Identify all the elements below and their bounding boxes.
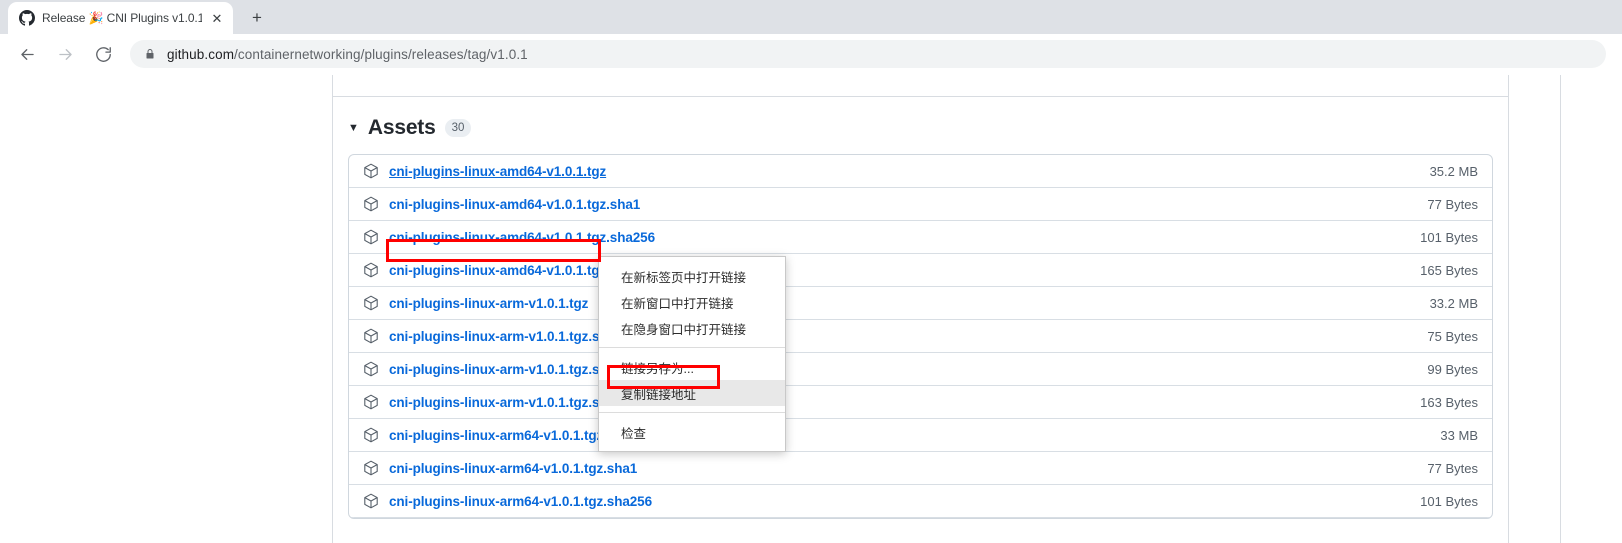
menu-separator bbox=[599, 347, 785, 348]
page-viewport: ▼ Assets 30 cni-plugins-linux-amd64-v1.0… bbox=[0, 75, 1622, 543]
package-icon bbox=[363, 460, 379, 476]
package-icon bbox=[363, 427, 379, 443]
table-row[interactable]: cni-plugins-linux-amd64-v1.0.1.tgz.sha25… bbox=[349, 221, 1492, 254]
party-popper-emoji: 🎉 bbox=[89, 11, 104, 25]
asset-size: 33.2 MB bbox=[1430, 296, 1478, 311]
package-icon bbox=[363, 163, 379, 179]
asset-link[interactable]: cni-plugins-linux-arm-v1.0.1.tgz.sha1 bbox=[389, 329, 622, 344]
lock-icon bbox=[144, 47, 156, 61]
tab-title-prefix: Release bbox=[42, 11, 89, 25]
table-row[interactable]: cni-plugins-linux-amd64-v1.0.1.tgz.sha1 7… bbox=[349, 188, 1492, 221]
browser-window: Release 🎉 CNI Plugins v1.0.1 . ✕ + bbox=[0, 0, 1622, 543]
asset-link[interactable]: cni-plugins-linux-arm-v1.0.1.tgz bbox=[389, 296, 588, 311]
context-menu[interactable]: 在新标签页中打开链接在新窗口中打开链接在隐身窗口中打开链接链接另存为...复制链… bbox=[598, 256, 786, 452]
asset-size: 101 Bytes bbox=[1420, 230, 1478, 245]
package-icon bbox=[363, 229, 379, 245]
url-domain: github.com bbox=[167, 47, 234, 62]
release-content-column: ▼ Assets 30 cni-plugins-linux-amd64-v1.0… bbox=[332, 75, 1509, 543]
asset-size: 165 Bytes bbox=[1420, 263, 1478, 278]
package-icon bbox=[363, 394, 379, 410]
asset-size: 75 Bytes bbox=[1427, 329, 1478, 344]
table-row[interactable]: cni-plugins-linux-arm-v1.0.1.tgz.sha1 75 … bbox=[349, 320, 1492, 353]
reload-button[interactable] bbox=[87, 38, 119, 70]
context-menu-item[interactable]: 在新窗口中打开链接 bbox=[599, 289, 785, 315]
asset-size: 35.2 MB bbox=[1430, 164, 1478, 179]
package-icon bbox=[363, 262, 379, 278]
asset-size: 33 MB bbox=[1440, 428, 1478, 443]
forward-button bbox=[49, 38, 81, 70]
tab-strip: Release 🎉 CNI Plugins v1.0.1 . ✕ + bbox=[0, 0, 1622, 34]
table-row[interactable]: cni-plugins-linux-amd64-v1.0.1.tgz 35.2 M… bbox=[349, 155, 1492, 188]
asset-size: 163 Bytes bbox=[1420, 395, 1478, 410]
asset-link[interactable]: cni-plugins-linux-amd64-v1.0.1.tgz bbox=[389, 164, 606, 179]
package-icon bbox=[363, 295, 379, 311]
table-row[interactable]: cni-plugins-linux-arm64-v1.0.1.tgz.sha1 7… bbox=[349, 452, 1492, 485]
table-row[interactable]: cni-plugins-linux-arm64-v1.0.1.tgz.sha25… bbox=[349, 485, 1492, 518]
menu-separator bbox=[599, 412, 785, 413]
address-bar[interactable]: github.com/containernetworking/plugins/r… bbox=[130, 40, 1606, 68]
chevron-down-icon[interactable]: ▼ bbox=[348, 123, 359, 134]
assets-title: Assets bbox=[368, 116, 436, 140]
tab-title-suffix: CNI Plugins v1.0.1 . bbox=[103, 11, 202, 25]
tab-close-icon[interactable]: ✕ bbox=[209, 10, 225, 26]
package-icon bbox=[363, 196, 379, 212]
table-row[interactable]: cni-plugins-linux-arm-v1.0.1.tgz 33.2 MB bbox=[349, 287, 1492, 320]
assets-list: cni-plugins-linux-amd64-v1.0.1.tgz 35.2 M… bbox=[348, 154, 1493, 519]
table-row[interactable]: cni-plugins-linux-amd64-v1.0.1.tgz.sha51… bbox=[349, 254, 1492, 287]
context-menu-item[interactable]: 在隐身窗口中打开链接 bbox=[599, 315, 785, 341]
url-path: /containernetworking/plugins/releases/ta… bbox=[234, 47, 528, 62]
context-menu-item[interactable]: 复制链接地址 bbox=[599, 380, 785, 406]
package-icon bbox=[363, 493, 379, 509]
package-icon bbox=[363, 361, 379, 377]
table-row[interactable]: cni-plugins-linux-arm64-v1.0.1.tgz 33 MB bbox=[349, 419, 1492, 452]
asset-size: 101 Bytes bbox=[1420, 494, 1478, 509]
asset-link[interactable]: cni-plugins-linux-amd64-v1.0.1.tgz.sha25… bbox=[389, 230, 655, 245]
content-divider bbox=[333, 96, 1508, 97]
asset-link[interactable]: cni-plugins-linux-arm64-v1.0.1.tgz.sha25… bbox=[389, 494, 652, 509]
url-text: github.com/containernetworking/plugins/r… bbox=[167, 47, 528, 62]
context-menu-item[interactable]: 链接另存为... bbox=[599, 354, 785, 380]
context-menu-item[interactable]: 检查 bbox=[599, 419, 785, 445]
context-menu-item[interactable]: 在新标签页中打开链接 bbox=[599, 263, 785, 289]
back-button[interactable] bbox=[11, 38, 43, 70]
browser-toolbar: github.com/containernetworking/plugins/r… bbox=[0, 34, 1622, 75]
asset-link[interactable]: cni-plugins-linux-arm64-v1.0.1.tgz bbox=[389, 428, 603, 443]
asset-link[interactable]: cni-plugins-linux-arm64-v1.0.1.tgz.sha1 bbox=[389, 461, 637, 476]
table-row[interactable]: cni-plugins-linux-arm-v1.0.1.tgz.sha2569… bbox=[349, 353, 1492, 386]
asset-size: 77 Bytes bbox=[1427, 197, 1478, 212]
table-row[interactable]: cni-plugins-linux-arm-v1.0.1.tgz.sha5121… bbox=[349, 386, 1492, 419]
browser-tab-github-release[interactable]: Release 🎉 CNI Plugins v1.0.1 . ✕ bbox=[8, 2, 233, 34]
package-icon bbox=[363, 328, 379, 344]
assets-header[interactable]: ▼ Assets 30 bbox=[348, 116, 1508, 140]
tab-title: Release 🎉 CNI Plugins v1.0.1 . bbox=[42, 11, 202, 25]
asset-size: 99 Bytes bbox=[1427, 362, 1478, 377]
asset-link[interactable]: cni-plugins-linux-amd64-v1.0.1.tgz.sha1 bbox=[389, 197, 640, 212]
asset-size: 77 Bytes bbox=[1427, 461, 1478, 476]
new-tab-button[interactable]: + bbox=[243, 4, 271, 32]
github-mark-icon bbox=[19, 10, 35, 26]
assets-count-badge: 30 bbox=[445, 119, 472, 138]
